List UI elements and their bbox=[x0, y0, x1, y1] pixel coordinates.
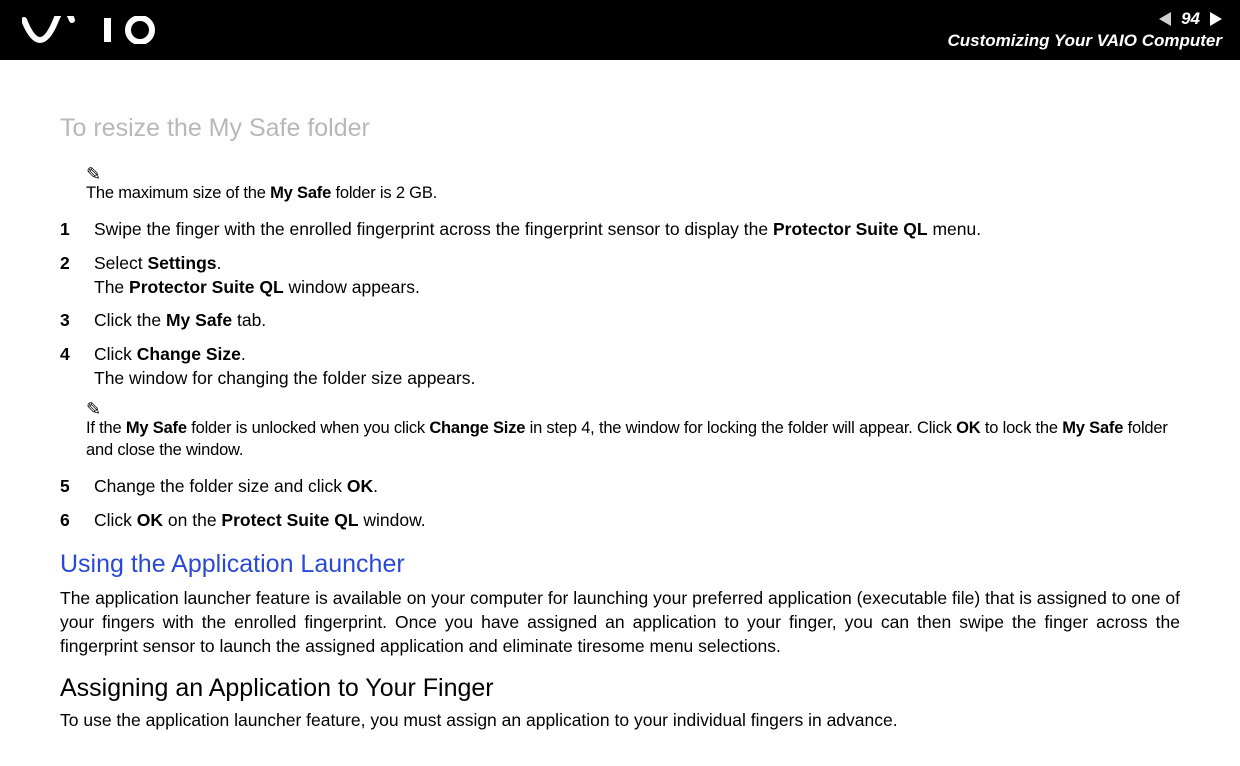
step-number: 6 bbox=[60, 509, 78, 533]
text-bold: My Safe bbox=[1062, 419, 1123, 437]
step-2: 2 Select Settings. The Protector Suite Q… bbox=[60, 252, 1180, 299]
breadcrumb: Customizing Your VAIO Computer bbox=[947, 31, 1222, 51]
header-right: 94 Customizing Your VAIO Computer bbox=[947, 9, 1222, 51]
text-bold: My Safe bbox=[166, 310, 232, 330]
section-title-launcher: Using the Application Launcher bbox=[60, 550, 1180, 579]
step-text: Change the folder size and click OK. bbox=[94, 475, 1180, 499]
text-bold: Protect Suite QL bbox=[221, 510, 358, 530]
text: menu. bbox=[928, 219, 982, 239]
text: folder is 2 GB. bbox=[331, 184, 437, 202]
note-text: The maximum size of the My Safe folder i… bbox=[86, 183, 1180, 204]
text-bold: OK bbox=[956, 419, 980, 437]
paragraph: The application launcher feature is avai… bbox=[60, 587, 1180, 658]
page-header: 94 Customizing Your VAIO Computer bbox=[0, 0, 1240, 60]
text-bold: Change Size bbox=[429, 419, 525, 437]
text-bold: My Safe bbox=[126, 419, 187, 437]
step-number: 2 bbox=[60, 252, 78, 276]
text: The window for changing the folder size … bbox=[94, 368, 475, 388]
vaio-logo bbox=[22, 16, 172, 44]
text: on the bbox=[163, 510, 221, 530]
text-bold: Protector Suite QL bbox=[129, 277, 284, 297]
text: If the bbox=[86, 419, 126, 437]
text: to lock the bbox=[980, 419, 1062, 437]
page-content: To resize the My Safe folder ✎ The maxim… bbox=[0, 60, 1240, 733]
text: window appears. bbox=[284, 277, 420, 297]
step-number: 1 bbox=[60, 218, 78, 242]
step-6: 6 Click OK on the Protect Suite QL windo… bbox=[60, 509, 1180, 533]
note-block: ✎ If the My Safe folder is unlocked when… bbox=[60, 400, 1180, 461]
text: in step 4, the window for locking the fo… bbox=[525, 419, 956, 437]
text: . bbox=[373, 476, 378, 496]
text: Select bbox=[94, 253, 148, 273]
step-3: 3 Click the My Safe tab. bbox=[60, 309, 1180, 333]
text-bold: OK bbox=[347, 476, 373, 496]
next-page-arrow-icon[interactable] bbox=[1210, 12, 1222, 26]
text: tab. bbox=[232, 310, 266, 330]
step-text: Click OK on the Protect Suite QL window. bbox=[94, 509, 1180, 533]
text: Change the folder size and click bbox=[94, 476, 347, 496]
prev-page-arrow-icon[interactable] bbox=[1159, 12, 1171, 26]
text-bold: Protector Suite QL bbox=[773, 219, 928, 239]
note-block: ✎ The maximum size of the My Safe folder… bbox=[60, 165, 1180, 204]
text: window. bbox=[359, 510, 426, 530]
text-bold: Settings bbox=[148, 253, 217, 273]
text: . bbox=[217, 253, 222, 273]
step-number: 5 bbox=[60, 475, 78, 499]
step-text: Swipe the finger with the enrolled finge… bbox=[94, 218, 1180, 242]
text-bold: OK bbox=[137, 510, 163, 530]
page-number: 94 bbox=[1177, 9, 1204, 29]
text: . bbox=[241, 344, 246, 364]
text: Swipe the finger with the enrolled finge… bbox=[94, 219, 773, 239]
text: The bbox=[94, 277, 129, 297]
text: Click the bbox=[94, 310, 166, 330]
paragraph: To use the application launcher feature,… bbox=[60, 709, 1180, 733]
step-5: 5 Change the folder size and click OK. bbox=[60, 475, 1180, 499]
text: folder is unlocked when you click bbox=[187, 419, 429, 437]
pencil-icon: ✎ bbox=[86, 400, 1180, 418]
step-text: Select Settings. The Protector Suite QL … bbox=[94, 252, 1180, 299]
text: Click bbox=[94, 344, 137, 364]
step-1: 1 Swipe the finger with the enrolled fin… bbox=[60, 218, 1180, 242]
pencil-icon: ✎ bbox=[86, 165, 1180, 183]
step-number: 4 bbox=[60, 343, 78, 367]
step-text: Click Change Size. The window for changi… bbox=[94, 343, 1180, 390]
step-4: 4 Click Change Size. The window for chan… bbox=[60, 343, 1180, 390]
step-number: 3 bbox=[60, 309, 78, 333]
section-title-assign: Assigning an Application to Your Finger bbox=[60, 674, 1180, 703]
text-bold: My Safe bbox=[270, 184, 331, 202]
text: Click bbox=[94, 510, 137, 530]
text: The maximum size of the bbox=[86, 184, 270, 202]
note-text: If the My Safe folder is unlocked when y… bbox=[86, 418, 1180, 461]
section-title-resize: To resize the My Safe folder bbox=[60, 114, 1180, 143]
step-text: Click the My Safe tab. bbox=[94, 309, 1180, 333]
text-bold: Change Size bbox=[137, 344, 241, 364]
